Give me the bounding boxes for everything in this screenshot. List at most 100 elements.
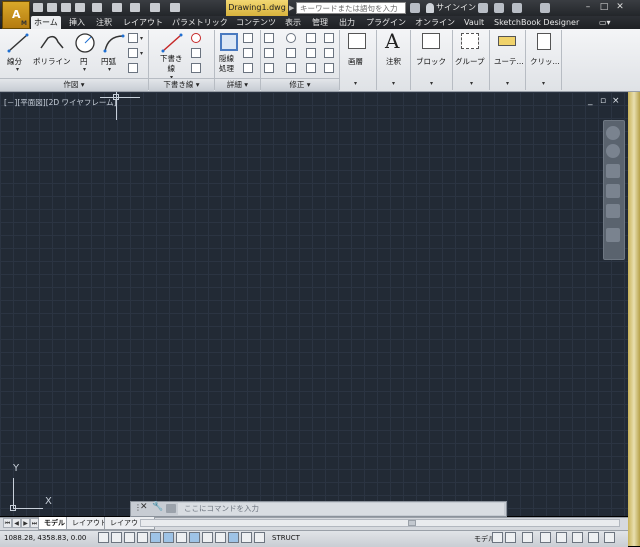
tab-output[interactable]: 出力: [336, 16, 358, 29]
hidden-line-icon[interactable]: [220, 33, 238, 51]
clean-screen-icon[interactable]: [604, 532, 615, 543]
first-layout-icon[interactable]: ⏮: [3, 518, 12, 528]
detail-tool-1-icon[interactable]: [243, 33, 253, 43]
command-close-icon[interactable]: ✕: [140, 502, 148, 512]
clipboard-dropdown-icon[interactable]: ▾: [542, 80, 545, 87]
maximize-button[interactable]: □: [598, 1, 610, 14]
coordinates-readout[interactable]: 1088.28, 4358.83, 0.00: [4, 534, 86, 542]
group-icon[interactable]: [461, 33, 479, 49]
quick-view-layouts-icon[interactable]: [492, 532, 503, 543]
dynamic-input-icon[interactable]: [215, 532, 226, 543]
fillet-icon[interactable]: [306, 48, 316, 58]
quick-access-dropdown-icon[interactable]: [170, 3, 180, 12]
snap-mode-icon[interactable]: [111, 532, 122, 543]
quick-view-drawings-icon[interactable]: [505, 532, 516, 543]
redo-icon[interactable]: [150, 3, 160, 12]
layers-icon[interactable]: [348, 33, 366, 49]
hardware-accel-icon[interactable]: [572, 532, 583, 543]
struct-toggle[interactable]: STRUCT: [272, 534, 300, 542]
group-dropdown-icon[interactable]: ▾: [470, 80, 473, 87]
object-snap-tracking-icon[interactable]: [189, 532, 200, 543]
utilities-dropdown-icon[interactable]: ▾: [506, 80, 509, 87]
grid-draft-icon[interactable]: [191, 63, 201, 73]
app-menu-button[interactable]: A M: [2, 1, 30, 29]
tab-online[interactable]: オンライン: [412, 16, 458, 29]
quick-properties-icon[interactable]: [254, 532, 265, 543]
ribbon-toggle-icon[interactable]: ▭▾: [596, 16, 614, 29]
prev-layout-icon[interactable]: ◀: [12, 518, 21, 528]
lock-ui-icon[interactable]: [556, 532, 567, 543]
pan-icon[interactable]: [606, 164, 620, 178]
rectangle-dropdown-icon[interactable]: ▾: [140, 35, 143, 42]
save-as-icon[interactable]: [75, 3, 85, 12]
new-file-icon[interactable]: [33, 3, 43, 12]
dynamic-ucs-icon[interactable]: [202, 532, 213, 543]
tab-layout[interactable]: レイアウト: [120, 16, 166, 29]
document-tab[interactable]: Drawing1.dwg: [226, 0, 288, 16]
detail-panel-label[interactable]: 詳細 ▾: [215, 78, 260, 91]
horizontal-scrollbar[interactable]: [140, 519, 620, 527]
next-layout-icon[interactable]: ▶: [21, 518, 30, 528]
viewport-close-button[interactable]: ×: [612, 96, 620, 106]
grid-display-icon[interactable]: [124, 532, 135, 543]
arc-icon[interactable]: [102, 32, 126, 54]
infer-constraints-icon[interactable]: [98, 532, 109, 543]
document-tab-arrow-icon[interactable]: ▶: [289, 4, 294, 12]
orbit-icon[interactable]: [606, 144, 620, 158]
draft-panel-label[interactable]: 下書き線 ▾: [149, 78, 214, 91]
annotation-dropdown-icon[interactable]: ▾: [392, 80, 395, 87]
workspace-switch-icon[interactable]: [540, 532, 551, 543]
save-icon[interactable]: [61, 3, 71, 12]
open-file-icon[interactable]: [47, 3, 57, 12]
object-snap-icon[interactable]: [163, 532, 174, 543]
viewport-controls-label[interactable]: [－][平面図][2D ワイヤフレーム]: [4, 97, 117, 108]
hatch-dropdown-icon[interactable]: ▾: [140, 50, 143, 57]
array-icon[interactable]: [306, 63, 316, 73]
minimize-button[interactable]: –: [582, 1, 594, 14]
mirror-icon[interactable]: [286, 48, 296, 58]
showmotion-icon[interactable]: [606, 228, 620, 242]
lineweight-icon[interactable]: [228, 532, 239, 543]
scrollbar-thumb[interactable]: [408, 520, 416, 526]
erase-icon[interactable]: [324, 33, 334, 43]
annotation-scale-icon[interactable]: [522, 532, 533, 543]
rectangle-icon[interactable]: [128, 33, 138, 43]
dropdown-icon[interactable]: [478, 3, 488, 13]
ortho-mode-icon[interactable]: [137, 532, 148, 543]
tab-content[interactable]: コンテンツ: [233, 16, 279, 29]
detail-tool-3-icon[interactable]: [243, 63, 253, 73]
frame-icon[interactable]: [191, 48, 201, 58]
target-icon[interactable]: [191, 33, 201, 43]
clipboard-icon[interactable]: [537, 33, 551, 50]
binoculars-icon[interactable]: [410, 3, 420, 13]
print-icon[interactable]: [112, 3, 122, 12]
triangle-icon[interactable]: [512, 3, 522, 13]
hatch-icon[interactable]: [128, 48, 138, 58]
block-icon[interactable]: [422, 33, 440, 49]
tab-parametric[interactable]: パラメトリック: [169, 16, 231, 29]
polar-tracking-icon[interactable]: [150, 532, 161, 543]
command-prompt-icon[interactable]: [166, 504, 176, 513]
move-icon[interactable]: [264, 33, 274, 43]
tab-sketchbook[interactable]: SketchBook Designer: [491, 16, 582, 29]
modify-panel-label[interactable]: 修正 ▾: [261, 78, 339, 91]
tab-home[interactable]: ホーム: [31, 16, 61, 29]
command-input[interactable]: ここにコマンドを入力: [178, 503, 504, 515]
layers-dropdown-icon[interactable]: ▾: [354, 80, 357, 87]
trim-icon[interactable]: [306, 33, 316, 43]
tab-view[interactable]: 表示: [282, 16, 304, 29]
3d-object-snap-icon[interactable]: [176, 532, 187, 543]
tab-insert[interactable]: 挿入: [66, 16, 88, 29]
exchange-icon[interactable]: [494, 3, 504, 13]
zoom-extents-icon[interactable]: [606, 184, 620, 198]
copy-icon[interactable]: [264, 48, 274, 58]
drawing-canvas[interactable]: [0, 92, 628, 516]
draw-panel-label[interactable]: 作図 ▾: [0, 78, 148, 91]
isolate-objects-icon[interactable]: [588, 532, 599, 543]
viewport-minimize-button[interactable]: _: [588, 96, 593, 106]
tab-plugins[interactable]: プラグイン: [363, 16, 409, 29]
scale-icon[interactable]: [286, 63, 296, 73]
annotation-icon[interactable]: A: [385, 29, 399, 53]
search-input[interactable]: キーワードまたは語句を入力: [296, 2, 406, 14]
circle-icon[interactable]: [74, 31, 96, 55]
